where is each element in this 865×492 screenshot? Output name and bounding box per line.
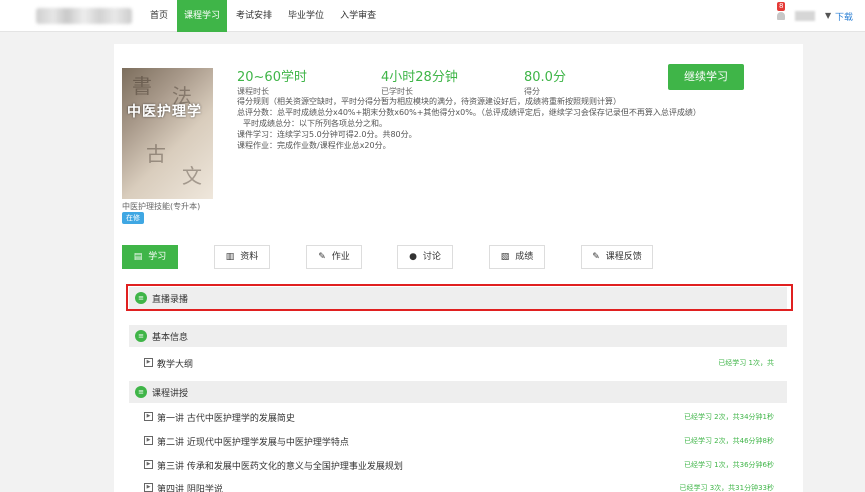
- rules-line: 平时成绩总分：以下所列各项总分之和。: [243, 119, 387, 128]
- lesson-title: 第四讲 阴阳学说: [157, 485, 223, 492]
- play-icon: ▶: [144, 412, 153, 421]
- tab-discussion[interactable]: ● 讨论: [397, 245, 453, 269]
- section-title: 基本信息: [152, 333, 189, 343]
- rules-line: 总评分数：总平时成绩总分x40%+期末分数x60%+其他得分x0%。（总评成绩评…: [237, 108, 701, 117]
- stat-value: 20~60学时: [237, 70, 307, 85]
- list-item[interactable]: ▶ 第一讲 古代中医护理学的发展简史 已经学习 2次，共34分钟1秒: [144, 411, 774, 425]
- tab-study[interactable]: ▤ 学习: [122, 245, 178, 269]
- course-tabs: ▤ 学习 ▥ 资料 ✎ 作业 ● 讨论 ▧ 成绩 ✎ 课程反馈: [122, 245, 682, 269]
- cover-decoration: 文: [182, 164, 202, 188]
- play-icon: ▶: [144, 483, 153, 492]
- lesson-title: 第一讲 古代中医护理学的发展简史: [157, 414, 295, 424]
- section-title: 课程讲授: [152, 389, 189, 399]
- tab-label: 资料: [240, 252, 259, 262]
- list-icon: ≡: [135, 386, 147, 398]
- cover-title: 中医护理学: [127, 104, 202, 120]
- report-icon: ▧: [500, 252, 510, 262]
- lesson-title: 教学大纲: [157, 360, 194, 370]
- feedback-icon: ✎: [592, 252, 600, 262]
- stat-studied-duration: 4小时28分钟 已学时长: [381, 66, 458, 97]
- book-icon: ▤: [133, 252, 143, 262]
- lesson-title: 第二讲 近现代中医护理学发展与中医护理学特点: [157, 438, 349, 448]
- course-card: 書 法 古 文 中医护理学 中医护理技能(专升本) 在修 20~60学时 课程时…: [114, 44, 803, 492]
- lesson-progress: 已经学习 3次，共31分钟33秒: [679, 484, 775, 492]
- play-icon: ▶: [144, 358, 153, 367]
- nav-item-admission-review[interactable]: 入学审查: [333, 0, 383, 32]
- tab-label: 成绩: [515, 252, 534, 262]
- play-icon: ▶: [144, 460, 153, 469]
- stat-course-duration: 20~60学时 课程时长: [237, 66, 307, 97]
- tab-label: 讨论: [422, 252, 441, 262]
- chevron-down-icon[interactable]: ▼: [825, 11, 831, 20]
- bell-icon: [777, 12, 785, 20]
- lesson-progress: 已经学习 2次，共46分钟8秒: [683, 437, 774, 445]
- rules-line: 课件学习：连续学习5.0分钟可得2.0分。共80分。: [237, 130, 417, 139]
- notification-badge: 8: [777, 2, 786, 11]
- lesson-progress: 已经学习 1次，共36分钟6秒: [683, 461, 774, 469]
- play-icon: ▶: [144, 436, 153, 445]
- list-item[interactable]: ▶ 第四讲 阴阳学说 已经学习 3次，共31分钟33秒: [144, 482, 774, 492]
- tab-label: 课程反馈: [605, 252, 642, 262]
- nav-item-exam-schedule[interactable]: 考试安排: [229, 0, 279, 32]
- tab-homework[interactable]: ✎ 作业: [306, 245, 362, 269]
- highlight-box: [126, 284, 793, 311]
- document-icon: ▥: [225, 252, 235, 262]
- cover-decoration: 古: [146, 142, 166, 166]
- tab-course-feedback[interactable]: ✎ 课程反馈: [581, 245, 653, 269]
- course-name: 中医护理技能(专升本): [122, 202, 201, 211]
- stat-value: 80.0分: [524, 70, 566, 85]
- nav-item-home[interactable]: 首页: [143, 0, 175, 32]
- list-item[interactable]: ▶ 教学大纲 已经学习 1次，共: [144, 357, 774, 371]
- rules-line: 课程作业：完成作业数/课程作业总x20分。: [237, 141, 391, 150]
- avatar[interactable]: [795, 11, 815, 21]
- tab-grades[interactable]: ▧ 成绩: [489, 245, 545, 269]
- cover-decoration: 書: [132, 74, 152, 98]
- tab-materials[interactable]: ▥ 资料: [214, 245, 270, 269]
- status-badge: 在修: [122, 212, 144, 224]
- list-item[interactable]: ▶ 第三讲 传承和发展中医药文化的意义与全国护理事业发展规划 已经学习 1次，共…: [144, 459, 774, 473]
- rules-line: 得分规则（相关资源空缺时，平时分得分暂为相应模块的满分，待资源建设好后，成绩将重…: [237, 97, 621, 106]
- scoring-rules: 得分规则（相关资源空缺时，平时分得分暂为相应模块的满分，待资源建设好后，成绩将重…: [237, 96, 777, 151]
- main-nav: 首页 课程学习 考试安排 毕业学位 入学审查: [143, 0, 385, 32]
- nav-item-graduation[interactable]: 毕业学位: [281, 0, 331, 32]
- user-area: 8 ▼ 下载: [775, 0, 865, 32]
- edit-icon: ✎: [318, 252, 326, 262]
- list-icon: ≡: [135, 330, 147, 342]
- stat-score: 80.0分 得分: [524, 66, 566, 97]
- continue-study-button[interactable]: 继续学习: [668, 64, 744, 90]
- chat-icon: ●: [409, 252, 417, 262]
- lesson-title: 第三讲 传承和发展中医药文化的意义与全国护理事业发展规划: [157, 462, 403, 472]
- site-logo[interactable]: [36, 8, 132, 24]
- lesson-progress: 已经学习 2次，共34分钟1秒: [683, 413, 774, 421]
- course-cover-image: 書 法 古 文 中医护理学: [122, 68, 213, 199]
- section-basic-info[interactable]: ≡ 基本信息: [129, 325, 787, 347]
- lesson-progress: 已经学习 1次，共: [718, 359, 774, 367]
- logout-link[interactable]: 下载: [835, 10, 853, 23]
- stat-value: 4小时28分钟: [381, 70, 458, 85]
- nav-item-course-study[interactable]: 课程学习: [177, 0, 228, 32]
- tab-label: 作业: [331, 252, 350, 262]
- tab-label: 学习: [148, 252, 167, 262]
- top-bar: 首页 课程学习 考试安排 毕业学位 入学审查 8 ▼ 下载: [0, 0, 865, 32]
- notification-icon[interactable]: 8: [775, 2, 787, 22]
- list-item[interactable]: ▶ 第二讲 近现代中医护理学发展与中医护理学特点 已经学习 2次，共46分钟8秒: [144, 435, 774, 449]
- section-lectures[interactable]: ≡ 课程讲授: [129, 381, 787, 403]
